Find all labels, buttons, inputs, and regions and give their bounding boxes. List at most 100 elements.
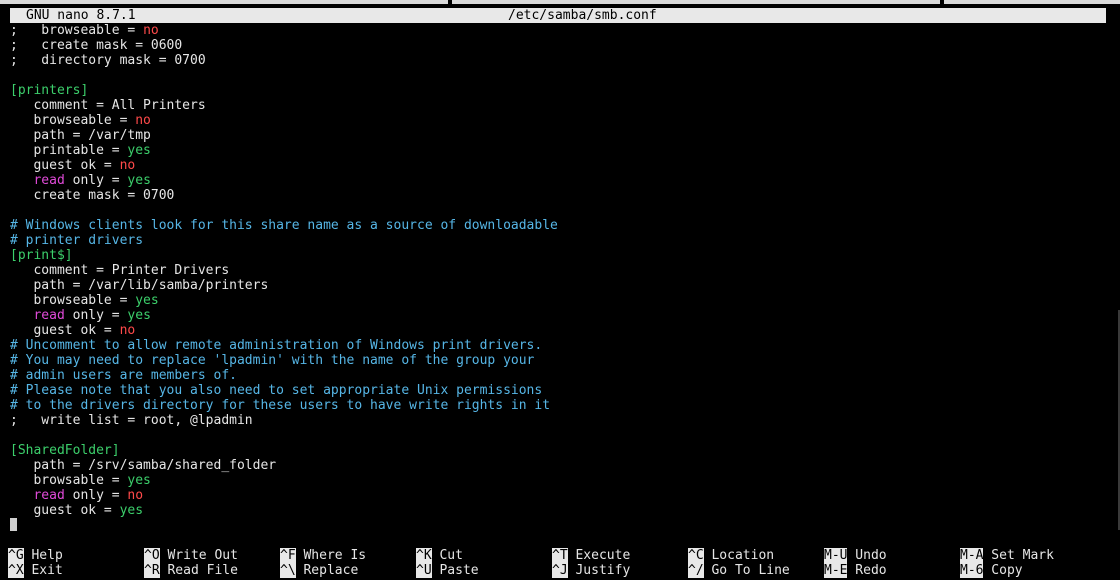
editor-line[interactable]: guest ok = no [10,323,1100,338]
editor-line[interactable]: [SharedFolder] [10,443,1100,458]
editor-line[interactable]: # Please note that you also need to set … [10,383,1100,398]
shortcut-key: ^R [144,563,160,578]
shortcut-item[interactable]: ^X Exit [8,563,63,578]
editor-text-segment: # to the drivers directory for these use… [10,398,551,413]
editor-line[interactable]: [print$] [10,248,1100,263]
editor-line[interactable]: path = /var/tmp [10,128,1100,143]
editor-text-segment: guest ok = [10,323,120,338]
editor-line[interactable]: browseable = yes [10,293,1100,308]
shortcut-item[interactable]: ^C Location [688,548,774,563]
editor-text-segment: only = [64,173,128,188]
shortcut-item[interactable]: M-A Set Mark [960,548,1054,563]
shortcut-key: ^U [416,563,432,578]
editor-text-segment: ; write list = root, @lpadmin [10,413,253,428]
shortcut-item[interactable]: ^/ Go To Line [688,563,790,578]
editor-text-segment: no [119,158,136,173]
editor-line[interactable]: path = /srv/samba/shared_folder [10,458,1100,473]
editor-text-segment: [print$] [10,248,73,263]
editor-line[interactable] [10,203,1100,218]
shortcut-label: Paste [431,563,479,578]
editor-line[interactable]: printable = yes [10,143,1100,158]
editor-line[interactable]: ; directory mask = 0700 [10,53,1100,68]
editor-line[interactable]: comment = Printer Drivers [10,263,1100,278]
tab-strip-right [944,0,1120,4]
editor-text-segment: path = /srv/samba/shared_folder [10,458,277,473]
shortcut-item[interactable]: M-E Redo [824,563,887,578]
shortcut-item[interactable]: ^F Where Is [280,548,366,563]
shortcut-label: Location [703,548,775,563]
editor-text-segment: [SharedFolder] [10,443,120,458]
editor-line[interactable]: browseable = no [10,113,1100,128]
editor-line[interactable]: path = /var/lib/samba/printers [10,278,1100,293]
editor-line[interactable]: [printers] [10,83,1100,98]
editor-line[interactable]: ; create mask = 0600 [10,38,1100,53]
editor-line[interactable]: create mask = 0700 [10,188,1100,203]
shortcut-key: ^G [8,548,24,563]
editor-line[interactable]: # Windows clients look for this share na… [10,218,1100,233]
editor-text-segment: yes [127,308,151,323]
shortcut-key: M-U [824,548,848,563]
shortcut-key: ^C [688,548,704,563]
editor-line[interactable]: browsable = yes [10,473,1100,488]
editor-line[interactable]: read only = yes [10,173,1100,188]
editor-text-segment: guest ok = [10,158,120,173]
editor-text-segment [10,488,33,503]
editor-line[interactable]: read only = yes [10,308,1100,323]
shortcut-item[interactable]: M-6 Copy [960,563,1023,578]
editor-line[interactable]: # Uncomment to allow remote administrati… [10,338,1100,353]
file-path-label[interactable]: /etc/samba/smb.conf [508,8,657,23]
editor-text-segment: comment = Printer Drivers [10,263,230,278]
shortcut-label: Where Is [295,548,367,563]
shortcut-item[interactable]: ^R Read File [144,563,238,578]
editor-text-segment: yes [127,173,151,188]
editor-line[interactable] [10,68,1100,83]
shortcut-item[interactable]: ^O Write Out [144,548,238,563]
nano-title-bar: GNU nano 8.7.1 /etc/samba/smb.conf [10,8,1106,23]
editor-text-segment: path = /var/tmp [10,128,151,143]
editor-line[interactable]: ; write list = root, @lpadmin [10,413,1100,428]
shortcut-item[interactable]: ^T Execute [552,548,630,563]
editor-line[interactable]: # printer drivers [10,233,1100,248]
editor-text-segment: yes [135,293,159,308]
text-cursor [10,518,17,531]
shortcut-item[interactable]: ^\ Replace [280,563,358,578]
shortcut-item[interactable]: M-U Undo [824,548,887,563]
editor-text-area[interactable]: ; browseable = no; create mask = 0600; d… [10,23,1100,533]
editor-text-segment: only = [64,308,128,323]
editor-line[interactable]: # admin users are members of. [10,368,1100,383]
editor-text-segment: ; directory mask = 0700 [10,53,206,68]
shortcut-label: Help [23,548,63,563]
shortcut-key: M-E [824,563,848,578]
shortcut-item[interactable]: ^J Justify [552,563,630,578]
editor-text-segment: # Please note that you also need to set … [10,383,543,398]
shortcut-item[interactable]: ^K Cut [416,548,463,563]
editor-text-segment: no [143,23,159,38]
editor-line[interactable] [10,428,1100,443]
app-version-label: GNU nano 8.7.1 [26,8,136,23]
shortcut-key: ^T [552,548,568,563]
shortcut-label: Copy [983,563,1023,578]
editor-line[interactable] [10,518,1100,533]
editor-text-segment: path = /var/lib/samba/printers [10,278,269,293]
editor-line[interactable]: read only = no [10,488,1100,503]
shortcut-key: ^K [416,548,432,563]
editor-text-segment: read [33,173,65,188]
editor-line[interactable]: comment = All Printers [10,98,1100,113]
shortcut-label: Exit [23,563,63,578]
editor-text-segment: yes [127,143,151,158]
editor-line[interactable]: # to the drivers directory for these use… [10,398,1100,413]
editor-line[interactable]: ; browseable = no [10,23,1100,38]
shortcut-item[interactable]: ^G Help [8,548,63,563]
editor-line[interactable]: guest ok = yes [10,503,1100,518]
editor-text-segment [10,308,33,323]
shortcut-label: Execute [567,548,631,563]
editor-line[interactable]: # You may need to replace 'lpadmin' with… [10,353,1100,368]
editor-text-segment: printable = [10,143,128,158]
editor-text-segment: ; browseable = [10,23,144,38]
editor-text-segment [10,173,33,188]
window-top-strip [0,0,1120,6]
editor-text-segment: ; create mask = 0600 [10,38,183,53]
shortcut-label: Justify [567,563,631,578]
shortcut-item[interactable]: ^U Paste [416,563,479,578]
editor-line[interactable]: guest ok = no [10,158,1100,173]
